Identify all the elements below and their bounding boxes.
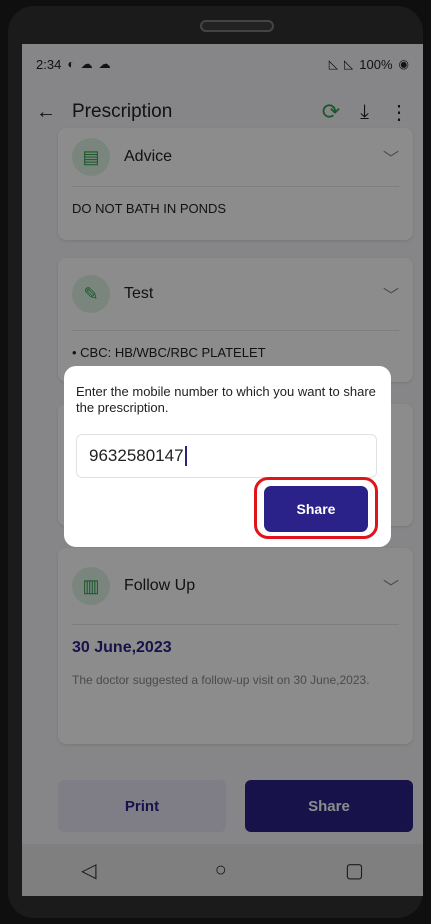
mobile-number-value: 9632580147 [89,446,184,465]
speaker-notch [200,20,274,32]
dialog-message: Enter the mobile number to which you wan… [76,384,376,415]
share-dialog: Enter the mobile number to which you wan… [64,366,391,547]
screen: 2:34 ◐ ☁ ☁ ◺ ◺ 100% ◉ ← Prescription ⟳ ⤓… [22,44,423,896]
dialog-share-button[interactable]: Share [264,486,368,532]
phone-frame: 2:34 ◐ ☁ ☁ ◺ ◺ 100% ◉ ← Prescription ⟳ ⤓… [8,6,423,918]
mobile-number-input[interactable]: 9632580147 [76,434,377,478]
text-caret [184,446,187,466]
